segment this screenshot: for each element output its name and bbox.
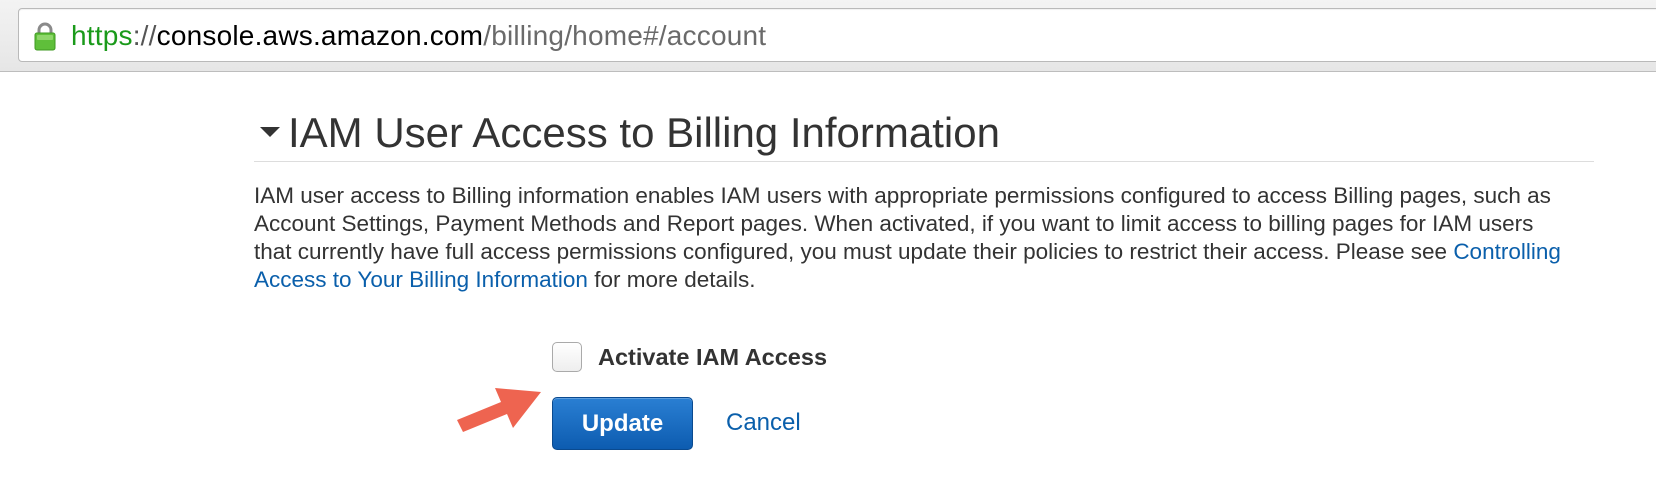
browser-toolbar: https://console.aws.amazon.com/billing/h… xyxy=(0,0,1656,72)
section-title: IAM User Access to Billing Information xyxy=(288,109,1000,156)
caret-down-icon[interactable] xyxy=(260,127,280,137)
section-header: IAM User Access to Billing Information xyxy=(254,104,1594,162)
url-host: console.aws.amazon.com xyxy=(156,20,484,51)
url-separator: :// xyxy=(132,20,157,51)
url-text: https://console.aws.amazon.com/billing/h… xyxy=(71,20,766,52)
activate-iam-access-label[interactable]: Activate IAM Access xyxy=(598,344,827,371)
update-button[interactable]: Update xyxy=(552,397,693,450)
activate-iam-access-row: Activate IAM Access xyxy=(552,342,827,372)
section-description: IAM user access to Billing information e… xyxy=(254,182,1574,294)
activate-iam-access-checkbox[interactable] xyxy=(552,342,582,372)
url-scheme: https xyxy=(71,20,133,51)
description-suffix: for more details. xyxy=(587,267,756,292)
lock-icon xyxy=(34,22,56,51)
iam-billing-access-section: IAM User Access to Billing Information I… xyxy=(254,104,1594,294)
cancel-link[interactable]: Cancel xyxy=(726,408,801,438)
annotation-arrow-icon xyxy=(457,388,541,432)
description-text: IAM user access to Billing information e… xyxy=(254,183,1551,264)
address-bar[interactable]: https://console.aws.amazon.com/billing/h… xyxy=(18,8,1656,62)
url-path: /billing/home#/account xyxy=(483,20,767,51)
